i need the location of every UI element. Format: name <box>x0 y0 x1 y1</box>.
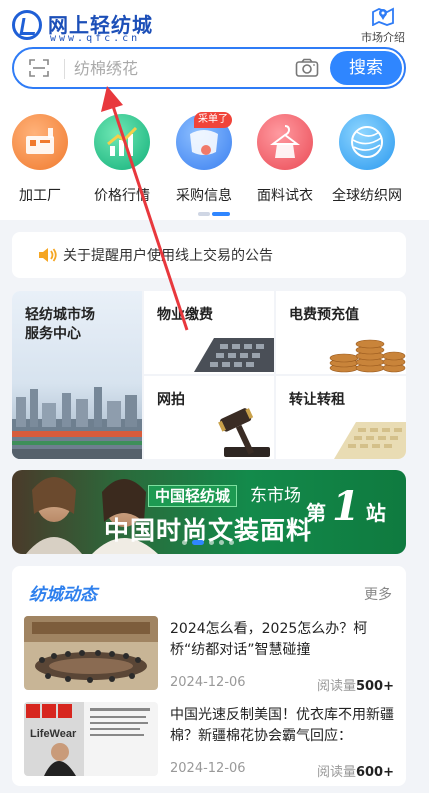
city-skyline-image <box>12 387 142 459</box>
category-label: 价格行情 <box>94 188 150 204</box>
notice-bar[interactable]: 关于提醒用户使用线上交易的公告 <box>12 232 406 278</box>
read-count-value: 500+ <box>355 679 394 694</box>
category-label: 全球纺织网 <box>332 188 402 204</box>
search-divider <box>64 59 65 79</box>
hanger-icon <box>257 114 313 170</box>
service-center-label-line2: 服务中心 <box>25 326 81 342</box>
map-pin-icon <box>372 7 394 26</box>
news-section-title: 纺城动态 <box>29 585 97 605</box>
calculator-image <box>194 338 274 372</box>
category-global-textile[interactable]: 全球纺织网 <box>327 114 407 210</box>
read-count-label: 阅读量 <box>316 765 356 780</box>
app-header: 网上轻纺城 www.qfc.cn 市场介绍 搜索 <box>0 0 429 100</box>
keyboard-image <box>334 422 406 459</box>
category-price-trend[interactable]: 价格行情 <box>82 114 162 210</box>
banner-page-indicator <box>182 540 242 546</box>
news-date: 2024-12-06 <box>170 761 246 776</box>
logo-mark-icon <box>12 10 42 40</box>
category-label: 面料试衣 <box>257 188 313 204</box>
tile-transfer-rent[interactable]: 转让转租 <box>276 376 406 459</box>
price-trend-icon <box>94 114 150 170</box>
tile-service-center[interactable]: 轻纺城市场 服务中心 <box>12 291 142 459</box>
news-thumbnail <box>24 616 158 690</box>
tile-property-fee[interactable]: 物业缴费 <box>144 291 274 374</box>
news-read-count: 阅读量600+ <box>317 761 394 780</box>
electricity-prepay-label: 电费预充值 <box>289 307 359 323</box>
banner-rank-number: 1 <box>332 483 360 530</box>
market-intro-label: 市场介绍 <box>361 31 405 44</box>
news-item[interactable]: LifeWear 中国光速反制美国！优衣库不用新疆棉？新疆棉花协会霸气回应： 2… <box>24 702 396 782</box>
notice-text: 关于提醒用户使用线上交易的公告 <box>63 248 273 264</box>
news-headline: 2024怎么看，2025怎么办？柯桥“纺都对话”智慧碰撞 <box>170 621 368 658</box>
logo-url: www.qfc.cn <box>50 33 141 44</box>
news-date: 2024-12-06 <box>170 675 246 690</box>
logo[interactable]: 网上轻纺城 www.qfc.cn <box>12 8 182 44</box>
read-count-value: 600+ <box>355 765 394 780</box>
gavel-image <box>218 408 270 457</box>
category-nav: 加工厂 价格行情 采单了 采购信息 面料试衣 全球纺织网 <box>0 100 429 220</box>
new-badge: 采单了 <box>194 112 232 128</box>
search-button[interactable]: 搜索 <box>330 51 402 85</box>
category-purchase[interactable]: 采单了 采购信息 <box>164 112 244 210</box>
speaker-icon <box>39 248 57 262</box>
tile-auction[interactable]: 网拍 <box>144 376 274 459</box>
camera-icon[interactable] <box>295 58 319 78</box>
promo-banner[interactable]: 中国轻纺城 东市场 中国时尚文装面料 第1站 <box>12 470 406 554</box>
banner-rank: 第1站 <box>306 485 386 535</box>
category-label: 采购信息 <box>176 188 232 204</box>
news-thumbnail-caption: LifeWear <box>30 728 77 740</box>
banner-rank-suffix: 站 <box>365 501 386 525</box>
tile-electricity-prepay[interactable]: 电费预充值 <box>276 291 406 374</box>
banner-rank-prefix: 第 <box>306 501 326 525</box>
search-bar[interactable]: 搜索 <box>12 47 406 89</box>
category-label: 加工厂 <box>19 188 61 204</box>
banner-brand: 中国轻纺城 <box>148 485 238 507</box>
coins-image <box>329 339 406 373</box>
category-page-indicator <box>198 212 232 216</box>
news-read-count: 阅读量500+ <box>317 675 394 694</box>
globe-icon <box>339 114 395 170</box>
property-fee-label: 物业缴费 <box>157 307 213 323</box>
news-thumbnail: LifeWear <box>24 702 158 776</box>
auction-label: 网拍 <box>157 392 185 408</box>
service-grid: 轻纺城市场 服务中心 物业缴费 电费预充值 网拍 转让转租 <box>12 291 406 459</box>
category-fitting[interactable]: 面料试衣 <box>245 114 325 210</box>
category-factory[interactable]: 加工厂 <box>0 114 80 210</box>
news-headline: 中国光速反制美国！优衣库不用新疆棉？新疆棉花协会霸气回应： <box>170 707 394 744</box>
factory-icon <box>12 114 68 170</box>
news-item[interactable]: 2024怎么看，2025怎么办？柯桥“纺都对话”智慧碰撞 2024-12-06 … <box>24 616 396 696</box>
read-count-label: 阅读量 <box>316 679 356 694</box>
grid-divider <box>144 374 406 376</box>
news-more-link[interactable]: 更多 <box>364 584 392 604</box>
scan-icon[interactable] <box>29 59 49 77</box>
service-center-label-line1: 轻纺城市场 <box>25 307 95 323</box>
search-input[interactable] <box>74 56 284 80</box>
banner-market: 东市场 <box>250 486 301 506</box>
news-section: 纺城动态 更多 2024怎么看，2025怎么办？柯桥“纺都对话”智慧碰撞 202… <box>12 566 406 786</box>
market-intro-button[interactable]: 市场介绍 <box>355 4 411 44</box>
